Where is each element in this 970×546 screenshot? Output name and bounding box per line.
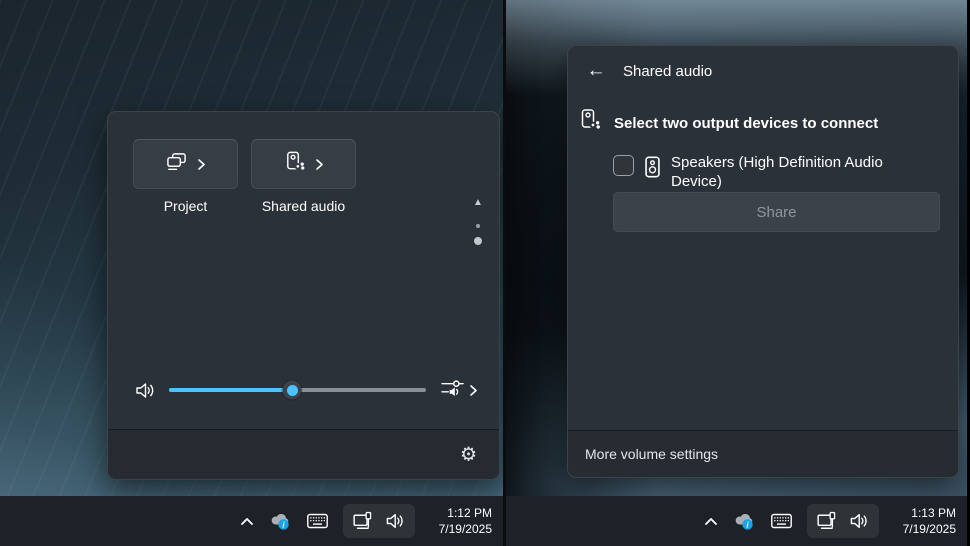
chevron-right-icon <box>197 158 206 171</box>
more-volume-settings-link[interactable]: More volume settings <box>568 430 958 477</box>
clock-time: 1:12 PM <box>430 505 492 521</box>
quick-settings-footer: ⚙ <box>108 429 499 479</box>
volume-speaker-icon <box>849 512 869 530</box>
heading-row: Select two output devices to connect <box>578 108 878 138</box>
device-label: Speakers (High Definition Audio Device) <box>671 154 915 192</box>
page-indicator: ▲ <box>470 198 486 245</box>
touch-keyboard-icon[interactable] <box>771 513 792 529</box>
select-audio-output-button[interactable] <box>440 377 478 403</box>
quick-settings-tiles: Project <box>133 139 356 214</box>
scroll-up-icon[interactable]: ▲ <box>473 198 483 208</box>
settings-gear-icon[interactable]: ⚙ <box>460 445 477 464</box>
left-taskbar: i <box>0 496 503 546</box>
footer-link-label: More volume settings <box>585 446 718 462</box>
panel-title: Shared audio <box>623 63 712 80</box>
tile-project: Project <box>133 139 238 214</box>
share-button-label: Share <box>756 204 796 221</box>
clock[interactable]: 1:12 PM 7/19/2025 <box>430 505 492 537</box>
system-tray-group[interactable] <box>807 504 879 538</box>
clock-date: 7/19/2025 <box>894 521 956 537</box>
project-icon <box>165 151 188 177</box>
chevron-right-icon <box>469 384 478 397</box>
heading-text: Select two output devices to connect <box>614 115 878 132</box>
shared-audio-panel: ← Shared audio Select two output devices… <box>567 45 959 478</box>
shared-audio-button[interactable] <box>251 139 356 189</box>
right-taskbar: i <box>506 496 967 546</box>
project-label: Project <box>164 198 208 214</box>
clock-time: 1:13 PM <box>894 505 956 521</box>
volume-slider-fill <box>169 388 292 392</box>
speaker-device-icon <box>645 156 660 183</box>
clock[interactable]: 1:13 PM 7/19/2025 <box>894 505 956 537</box>
weather-cloud-info-icon[interactable]: i <box>733 512 756 531</box>
volume-slider[interactable] <box>169 380 426 400</box>
touch-keyboard-icon[interactable] <box>307 513 328 529</box>
volume-row <box>133 370 478 410</box>
right-screen-wallpaper: ← Shared audio Select two output devices… <box>506 0 967 546</box>
device-checkbox[interactable] <box>613 155 634 176</box>
volume-speaker-icon <box>385 512 405 530</box>
audio-output-picker-icon <box>440 377 465 403</box>
weather-cloud-info-icon[interactable]: i <box>269 512 292 531</box>
shared-audio-icon <box>283 150 306 178</box>
tile-shared-audio: Shared audio <box>251 139 356 214</box>
network-wired-icon <box>817 511 838 531</box>
page-dot <box>476 224 480 228</box>
shared-audio-label: Shared audio <box>262 198 345 214</box>
back-arrow-icon[interactable]: ← <box>585 60 607 82</box>
page-dot-active <box>474 237 482 245</box>
screenshot-comparison: Project <box>0 0 970 546</box>
clock-date: 7/19/2025 <box>430 521 492 537</box>
show-hidden-icons-chevron-icon[interactable] <box>704 517 718 526</box>
share-button[interactable]: Share <box>613 192 940 232</box>
network-wired-icon <box>353 511 374 531</box>
show-hidden-icons-chevron-icon[interactable] <box>240 517 254 526</box>
device-row[interactable]: Speakers (High Definition Audio Device) <box>613 154 915 192</box>
chevron-right-icon <box>315 158 324 171</box>
project-button[interactable] <box>133 139 238 189</box>
speaker-icon[interactable] <box>133 381 157 400</box>
shared-audio-icon <box>578 108 602 138</box>
left-screen-wallpaper: Project <box>0 0 506 546</box>
system-tray-group[interactable] <box>343 504 415 538</box>
quick-settings-panel: Project <box>107 111 500 480</box>
shared-audio-header: ← Shared audio <box>585 60 712 82</box>
volume-slider-thumb[interactable] <box>283 381 302 400</box>
